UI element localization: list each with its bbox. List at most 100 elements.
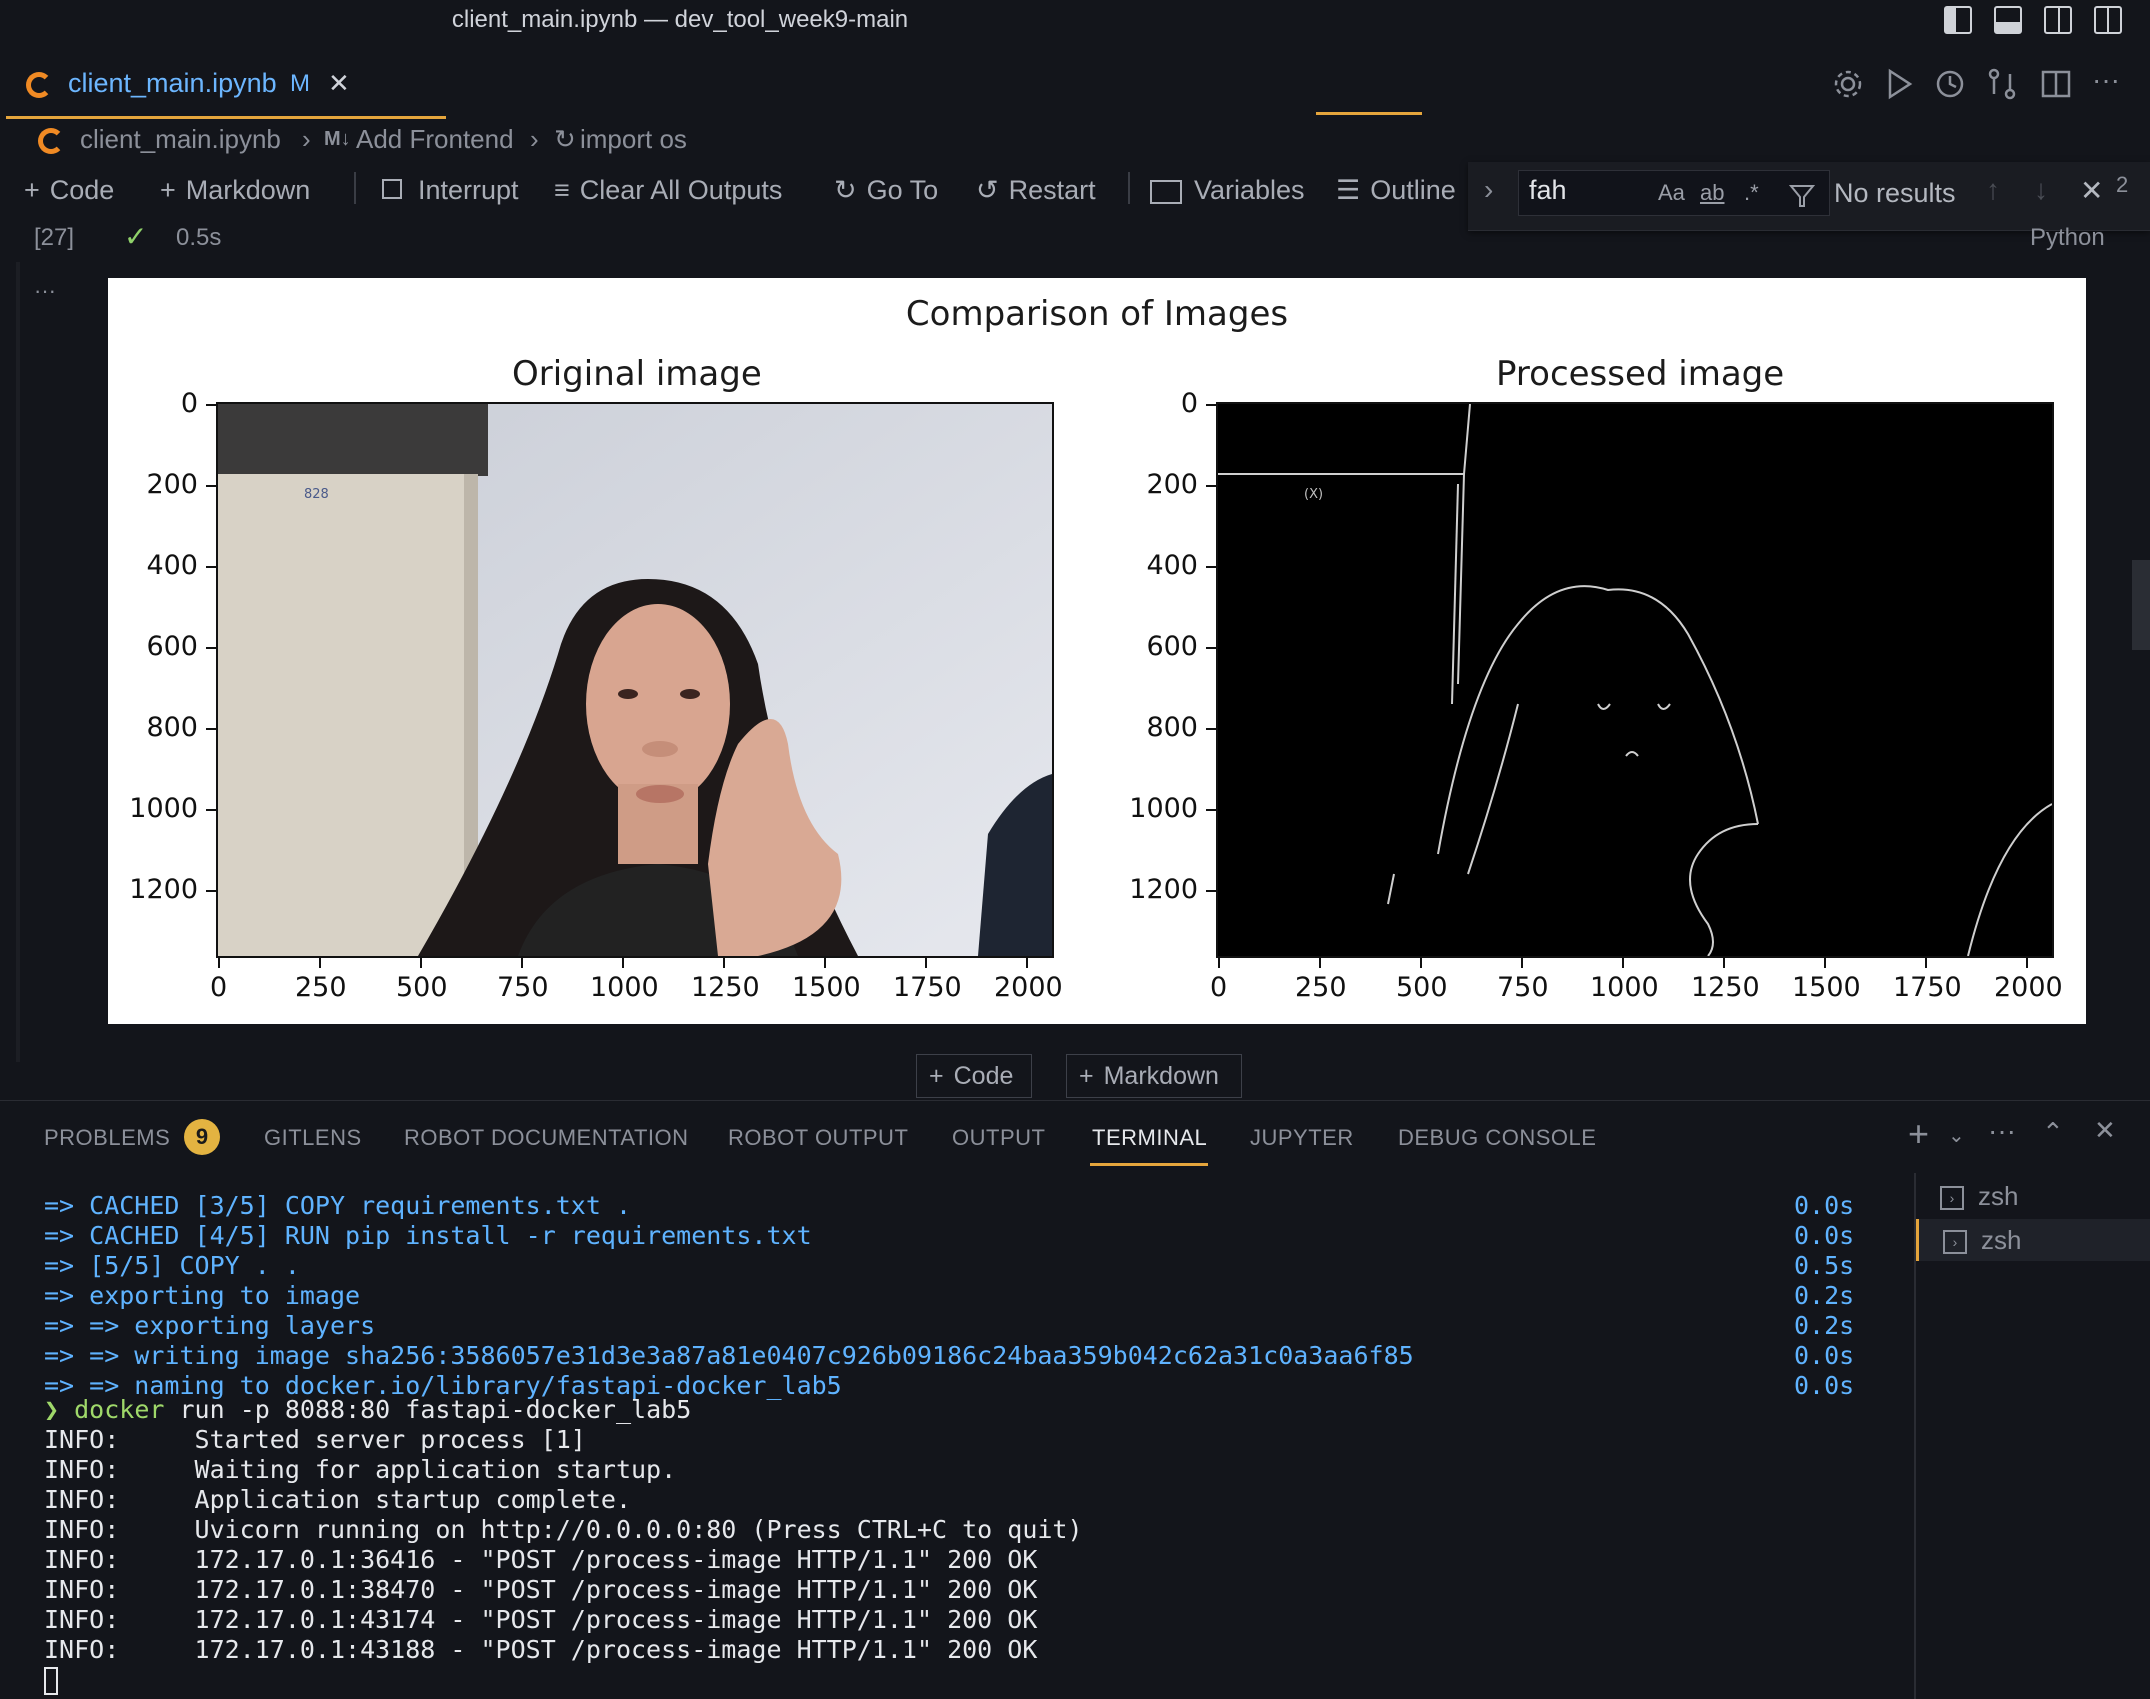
next-match-icon[interactable]: ↓ bbox=[2034, 174, 2048, 206]
tab-robot-documentation[interactable]: ROBOT DOCUMENTATION bbox=[404, 1125, 689, 1151]
cell-language[interactable]: Python bbox=[2030, 224, 2105, 252]
original-x-tick-mark bbox=[824, 958, 826, 968]
tab-robot-output[interactable]: ROBOT OUTPUT bbox=[728, 1125, 908, 1151]
terminal-info-line: INFO: 172.17.0.1:36416 - "POST /process-… bbox=[44, 1545, 1038, 1574]
editor-tab-bar: client_main.ipynb M ✕ ··· bbox=[0, 40, 2150, 120]
tab-problems[interactable]: PROBLEMS bbox=[44, 1125, 170, 1151]
restart-button[interactable]: ↺ Restart bbox=[976, 170, 1096, 210]
terminal-session-active[interactable]: › zsh bbox=[1916, 1219, 2150, 1261]
processed-x-tick-label: 1250 bbox=[1691, 972, 1760, 1003]
find-result-status: No results bbox=[1834, 178, 1956, 208]
original-x-tick-label: 2000 bbox=[994, 972, 1063, 1003]
door-sign: 828 bbox=[304, 487, 329, 502]
terminal-build-time: 0.0s bbox=[1794, 1221, 1855, 1250]
original-photo: 828 bbox=[218, 404, 1052, 956]
original-y-tick-label: 200 bbox=[146, 469, 198, 500]
original-y-tick-mark bbox=[206, 485, 216, 487]
toggle-panel-icon[interactable] bbox=[1994, 6, 2022, 34]
tab-gitlens[interactable]: GITLENS bbox=[264, 1125, 362, 1151]
figure-title: Comparison of Images bbox=[905, 294, 1289, 334]
breadcrumb-file[interactable]: client_main.ipynb bbox=[80, 124, 281, 155]
toggle-secondary-sidebar-icon[interactable] bbox=[2044, 6, 2072, 34]
filter-icon[interactable] bbox=[1788, 182, 1816, 210]
add-code-button[interactable]: + Code bbox=[24, 170, 114, 210]
run-all-icon[interactable] bbox=[1886, 68, 1914, 100]
breadcrumb-chevron-icon: › bbox=[530, 124, 539, 154]
processed-y-tick-mark bbox=[1206, 890, 1216, 892]
match-whole-word-icon[interactable]: ab bbox=[1700, 180, 1724, 206]
regex-icon[interactable]: .* bbox=[1744, 180, 1759, 206]
go-to-button[interactable]: ↻ Go To bbox=[834, 170, 938, 210]
breadcrumb-chevron-icon: › bbox=[302, 124, 311, 154]
terminal-info-line: INFO: Uvicorn running on http://0.0.0.0:… bbox=[44, 1515, 1083, 1544]
customize-layout-icon[interactable] bbox=[2094, 6, 2122, 34]
chevron-down-icon[interactable]: ⌄ bbox=[1948, 1123, 1965, 1148]
problems-count-badge: 9 bbox=[184, 1119, 220, 1155]
gear-icon[interactable] bbox=[1832, 68, 1864, 100]
terminal-build-line: => => exporting layers bbox=[44, 1311, 376, 1340]
original-x-tick-mark bbox=[622, 958, 624, 968]
new-terminal-icon[interactable]: + bbox=[1908, 1113, 1929, 1155]
toggle-replace-chevron-icon[interactable]: › bbox=[1484, 174, 1493, 206]
processed-x-tick-mark bbox=[1319, 958, 1321, 968]
match-case-icon[interactable]: Aa bbox=[1658, 180, 1685, 206]
close-find-icon[interactable]: ✕ bbox=[2080, 174, 2103, 207]
add-markdown-button[interactable]: + Markdown bbox=[160, 170, 310, 210]
toolbar-separator bbox=[354, 172, 356, 204]
original-y-tick-mark bbox=[206, 809, 216, 811]
original-y-tick-mark bbox=[206, 404, 216, 406]
close-tab-icon[interactable]: ✕ bbox=[328, 68, 350, 99]
breadcrumb-cell[interactable]: import os bbox=[580, 124, 687, 155]
original-y-tick-label: 400 bbox=[146, 550, 198, 581]
terminal-session[interactable]: › zsh bbox=[1916, 1175, 2150, 1217]
split-editor-icon[interactable] bbox=[2040, 68, 2072, 100]
tab-debug-console[interactable]: DEBUG CONSOLE bbox=[1398, 1125, 1596, 1151]
original-x-tick-label: 750 bbox=[497, 972, 549, 1003]
output-more-icon[interactable]: ··· bbox=[34, 278, 56, 304]
tab-terminal[interactable]: TERMINAL bbox=[1092, 1125, 1207, 1151]
outline-button[interactable]: ☰ Outline bbox=[1336, 170, 1456, 210]
go-to-icon: ↻ bbox=[834, 175, 857, 205]
terminal-cursor bbox=[44, 1667, 58, 1695]
interrupt-button[interactable]: Interrupt bbox=[382, 170, 519, 210]
previous-match-icon[interactable]: ↑ bbox=[1986, 174, 2000, 206]
execution-count: [27] bbox=[34, 224, 75, 251]
original-x-tick-mark bbox=[521, 958, 523, 968]
maximize-panel-icon[interactable]: ⌃ bbox=[2042, 1117, 2064, 1148]
processed-x-tick-label: 500 bbox=[1396, 972, 1448, 1003]
processed-y-tick-mark bbox=[1206, 566, 1216, 568]
breadcrumb-section[interactable]: Add Frontend bbox=[356, 124, 514, 155]
terminal-info-line: INFO: 172.17.0.1:38470 - "POST /process-… bbox=[44, 1575, 1038, 1604]
processed-x-tick-mark bbox=[1521, 958, 1523, 968]
variables-button[interactable]: Variables bbox=[1150, 170, 1305, 210]
original-x-tick-label: 1750 bbox=[893, 972, 962, 1003]
plus-icon: + bbox=[24, 175, 40, 205]
clear-all-outputs-button[interactable]: ≡ Clear All Outputs bbox=[554, 170, 782, 210]
original-x-tick-mark bbox=[723, 958, 725, 968]
original-x-tick-mark bbox=[420, 958, 422, 968]
processed-y-tick-label: 1000 bbox=[1129, 793, 1198, 824]
close-panel-icon[interactable]: ✕ bbox=[2094, 1115, 2116, 1146]
compare-changes-icon[interactable] bbox=[1986, 68, 2018, 100]
history-icon[interactable] bbox=[1934, 68, 1966, 100]
processed-x-tick-label: 1750 bbox=[1893, 972, 1962, 1003]
terminal-info-line: INFO: Application startup complete. bbox=[44, 1485, 631, 1514]
scrollbar-thumb[interactable] bbox=[2132, 560, 2150, 650]
original-x-tick-label: 500 bbox=[396, 972, 448, 1003]
toggle-primary-sidebar-icon[interactable] bbox=[1944, 6, 1972, 34]
jupyter-icon bbox=[26, 72, 52, 98]
tab-output[interactable]: OUTPUT bbox=[952, 1125, 1045, 1151]
processed-x-tick-label: 250 bbox=[1295, 972, 1347, 1003]
prompt-icon: ❯ bbox=[44, 1395, 60, 1424]
more-actions-icon[interactable]: ··· bbox=[2092, 64, 2120, 96]
plus-icon: + bbox=[160, 175, 176, 205]
edge-detection-output: (X) bbox=[1218, 404, 2052, 956]
original-x-tick-label: 0 bbox=[210, 972, 228, 1003]
original-y-tick-label: 0 bbox=[180, 388, 198, 419]
add-code-cell-button[interactable]: + Code bbox=[916, 1054, 1032, 1098]
more-actions-icon[interactable]: ··· bbox=[1988, 1115, 2016, 1147]
stop-icon bbox=[382, 179, 402, 199]
tab-jupyter[interactable]: JUPYTER bbox=[1250, 1125, 1354, 1151]
processed-y-tick-mark bbox=[1206, 485, 1216, 487]
add-markdown-cell-button[interactable]: + Markdown bbox=[1066, 1054, 1242, 1098]
